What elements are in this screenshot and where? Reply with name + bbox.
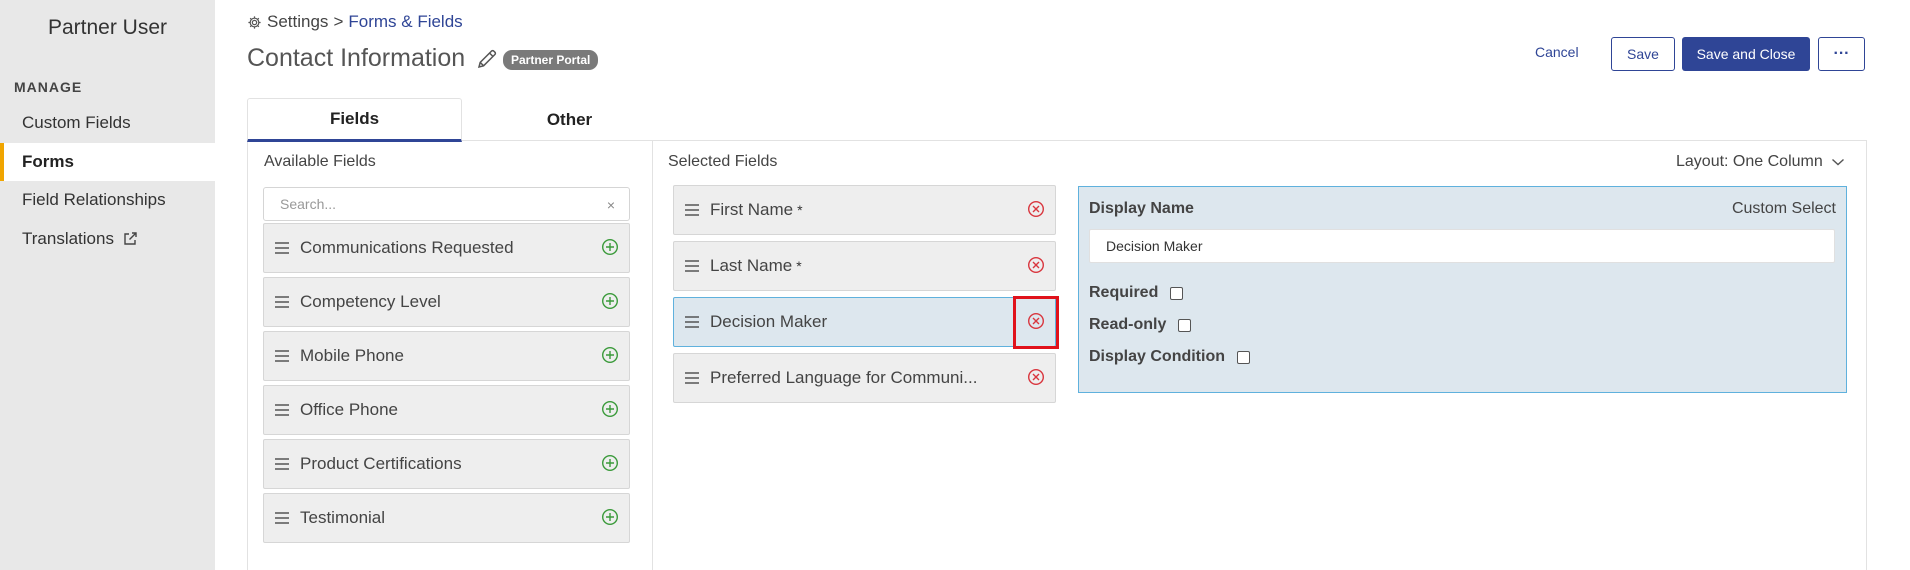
- drag-handle-icon[interactable]: [274, 295, 290, 309]
- page-title-text: Contact Information: [247, 44, 466, 72]
- selected-field-row-active[interactable]: Decision Maker: [673, 297, 1056, 347]
- add-field-icon[interactable]: [601, 454, 619, 472]
- sidebar-item-label: Field Relationships: [22, 190, 166, 209]
- search-box: ×: [263, 187, 630, 221]
- highlight-box: [1013, 296, 1059, 349]
- display-name-input[interactable]: [1089, 229, 1835, 263]
- selected-field-row[interactable]: Last Name *: [673, 241, 1056, 291]
- status-badge: Partner Portal: [503, 50, 599, 70]
- field-label: Testimonial: [300, 508, 386, 527]
- display-condition-checkbox[interactable]: [1237, 350, 1250, 364]
- field-label: Last Name: [710, 256, 793, 275]
- layout-value: Layout: One Column: [1676, 153, 1823, 170]
- required-checkbox[interactable]: [1170, 286, 1184, 300]
- readonly-checkbox[interactable]: [1178, 318, 1192, 332]
- drag-handle-icon[interactable]: [274, 349, 290, 363]
- column-divider: [652, 141, 653, 570]
- available-field-row[interactable]: Communications Requested: [263, 223, 630, 273]
- breadcrumb: Settings > Forms & Fields: [247, 12, 463, 32]
- display-name-label: Display Name: [1089, 200, 1194, 217]
- sidebar-item-custom-fields[interactable]: Custom Fields: [0, 104, 215, 142]
- required-marker: *: [796, 258, 802, 274]
- drag-handle-icon[interactable]: [274, 511, 290, 525]
- available-field-row[interactable]: Mobile Phone: [263, 331, 630, 381]
- remove-field-icon[interactable]: [1027, 256, 1045, 274]
- field-label: Preferred Language for Communi...: [710, 368, 978, 387]
- readonly-label: Read-only: [1089, 316, 1167, 333]
- layout-dropdown[interactable]: Layout: One Column: [1676, 153, 1845, 171]
- available-field-row[interactable]: Office Phone: [263, 385, 630, 435]
- drag-handle-icon[interactable]: [684, 371, 700, 385]
- field-label: First Name: [710, 200, 794, 219]
- tab-fields[interactable]: Fields: [247, 98, 462, 142]
- available-field-row[interactable]: Competency Level: [263, 277, 630, 327]
- remove-field-icon[interactable]: [1027, 200, 1045, 218]
- available-field-row[interactable]: Product Certifications: [263, 439, 630, 489]
- available-fields-label: Available Fields: [264, 153, 376, 170]
- field-label: Competency Level: [300, 292, 441, 311]
- save-button[interactable]: Save: [1611, 37, 1675, 71]
- drag-handle-icon[interactable]: [684, 203, 700, 217]
- field-label: Product Certifications: [300, 454, 462, 473]
- cancel-button[interactable]: Cancel: [1535, 44, 1579, 60]
- sidebar-section-heading: MANAGE: [14, 79, 83, 95]
- field-label: Office Phone: [300, 400, 398, 419]
- selected-fields-label: Selected Fields: [668, 153, 778, 170]
- external-link-icon: [122, 231, 138, 247]
- available-field-row[interactable]: Testimonial: [263, 493, 630, 543]
- sidebar-item-field-relationships[interactable]: Field Relationships: [0, 181, 215, 219]
- add-field-icon[interactable]: [601, 238, 619, 256]
- drag-handle-icon[interactable]: [684, 315, 700, 329]
- save-and-close-button[interactable]: Save and Close: [1682, 37, 1810, 71]
- field-label: Mobile Phone: [300, 346, 404, 365]
- display-condition-label: Display Condition: [1089, 348, 1225, 365]
- drag-handle-icon[interactable]: [274, 241, 290, 255]
- drag-handle-icon[interactable]: [684, 259, 700, 273]
- remove-field-icon[interactable]: [1027, 368, 1045, 386]
- required-label: Required: [1089, 284, 1159, 301]
- required-option: Required: [1089, 284, 1184, 302]
- drag-handle-icon[interactable]: [274, 457, 290, 471]
- field-label: Decision Maker: [710, 312, 828, 331]
- sidebar-item-label: Custom Fields: [22, 113, 131, 132]
- breadcrumb-root[interactable]: Settings: [267, 12, 328, 32]
- chevron-down-icon: [1831, 157, 1845, 167]
- sidebar-item-translations[interactable]: Translations: [0, 220, 215, 258]
- gear-icon: [247, 15, 262, 30]
- page-title: Contact Information: [247, 44, 499, 73]
- clear-search-icon[interactable]: ×: [607, 197, 615, 213]
- sidebar: Partner User MANAGE Custom Fields Forms …: [0, 0, 215, 570]
- selected-field-row[interactable]: First Name *: [673, 185, 1056, 235]
- sidebar-item-forms[interactable]: Forms: [0, 143, 215, 181]
- add-field-icon[interactable]: [601, 508, 619, 526]
- field-label: Communications Requested: [300, 238, 514, 257]
- breadcrumb-separator: >: [333, 12, 344, 31]
- add-field-icon[interactable]: [601, 400, 619, 418]
- add-field-icon[interactable]: [601, 346, 619, 364]
- required-marker: *: [797, 202, 803, 218]
- readonly-option: Read-only: [1089, 316, 1192, 334]
- sidebar-item-label: Forms: [22, 152, 74, 171]
- search-input[interactable]: [280, 196, 600, 212]
- add-field-icon[interactable]: [601, 292, 619, 310]
- sidebar-user-title: Partner User: [47, 16, 168, 39]
- field-detail-panel: Display Name Custom Select Required Read…: [1078, 186, 1847, 393]
- sidebar-item-label: Translations: [22, 229, 114, 248]
- more-options-button[interactable]: ···: [1818, 37, 1865, 71]
- breadcrumb-current[interactable]: Forms & Fields: [348, 12, 462, 32]
- pencil-icon[interactable]: [475, 47, 499, 71]
- field-type-label: Custom Select: [1731, 200, 1836, 217]
- display-condition-option: Display Condition: [1089, 348, 1250, 366]
- tab-other[interactable]: Other: [462, 98, 677, 142]
- selected-field-row[interactable]: Preferred Language for Communi...: [673, 353, 1056, 403]
- drag-handle-icon[interactable]: [274, 403, 290, 417]
